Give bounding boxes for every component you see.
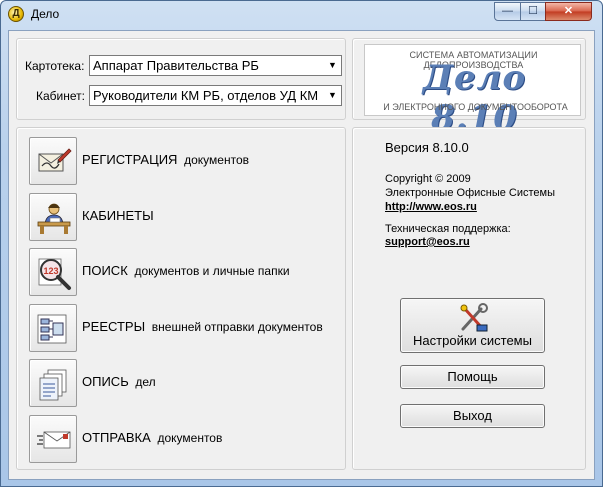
support-email-link[interactable]: support@eos.ru	[385, 236, 470, 248]
minimize-button[interactable]: —	[494, 2, 521, 21]
version-text: Версия 8.10.0	[385, 140, 469, 155]
registry-caps: РЕЕСТРЫ	[82, 319, 146, 334]
inventory-label: ОПИСЬ дел	[82, 374, 156, 389]
delo-app-icon[interactable]: Д	[8, 6, 24, 22]
info-panel: Версия 8.10.0 Copyright © 2009 Электронн…	[352, 127, 586, 470]
search-icon: 123	[38, 258, 71, 290]
dispatch-icon	[37, 431, 71, 449]
filter-panel: Картотека: Аппарат Правительства РБ ▼ Ка…	[16, 38, 346, 120]
command-registration[interactable]: РЕГИСТРАЦИЯ документов	[29, 137, 359, 185]
dispatch-label: ОТПРАВКА документов	[82, 430, 222, 445]
kartoteka-select[interactable]: Аппарат Правительства РБ ▼	[89, 55, 342, 76]
registration-caps: РЕГИСТРАЦИЯ	[82, 152, 178, 167]
command-dispatch[interactable]: ОТПРАВКА документов	[29, 415, 359, 463]
registration-button[interactable]	[29, 137, 77, 185]
inventory-icon	[39, 369, 67, 401]
inventory-button[interactable]	[29, 359, 77, 407]
dispatch-button[interactable]	[29, 415, 77, 463]
registration-icon	[38, 148, 72, 172]
kabinet-value: Руководители КМ РБ, отделов УД КМ	[93, 88, 319, 103]
logo-bottom-line: И ЭЛЕКТРОННОГО ДОКУМЕНТООБОРОТА	[383, 102, 568, 112]
svg-text:123: 123	[43, 266, 58, 276]
command-registry[interactable]: РЕЕСТРЫ внешней отправки документов	[29, 304, 359, 352]
search-rest: документов и личные папки	[134, 264, 290, 278]
command-search[interactable]: 123 ПОИСК документов и личные папки	[29, 248, 359, 296]
title-bar[interactable]: Д Дело — ☐ ✕	[1, 1, 602, 29]
registry-label: РЕЕСТРЫ внешней отправки документов	[82, 319, 323, 334]
commands-panel: РЕГИСТРАЦИЯ документов КАБИНЕТЫ 123 ПОИС…	[16, 127, 346, 470]
cabinets-label: КАБИНЕТЫ	[82, 208, 154, 223]
close-button[interactable]: ✕	[545, 2, 592, 21]
support-label: Техническая поддержка:	[385, 223, 511, 235]
maximize-button[interactable]: ☐	[520, 2, 546, 21]
client-area: Картотека: Аппарат Правительства РБ ▼ Ка…	[8, 30, 595, 480]
registry-icon	[37, 314, 67, 344]
cabinets-caps: КАБИНЕТЫ	[82, 208, 154, 223]
dispatch-caps: ОТПРАВКА	[82, 430, 151, 445]
delo-logo: СИСТЕМА АВТОМАТИЗАЦИИ ДЕЛОПРОИЗВОДСТВА Д…	[364, 44, 581, 138]
dispatch-rest: документов	[157, 431, 223, 445]
window-title: Дело	[31, 7, 60, 21]
kabinet-label: Кабинет:	[36, 89, 85, 103]
company-text: Электронные Офисные Системы	[385, 187, 556, 199]
chevron-down-icon[interactable]: ▼	[324, 86, 341, 105]
settings-tools-icon	[460, 303, 488, 332]
inventory-caps: ОПИСЬ	[82, 374, 129, 389]
copyright-text: Copyright © 2009	[385, 173, 471, 185]
kabinet-select[interactable]: Руководители КМ РБ, отделов УД КМ ▼	[89, 85, 342, 106]
search-button[interactable]: 123	[29, 248, 77, 296]
cabinets-button[interactable]	[29, 193, 77, 241]
search-caps: ПОИСК	[82, 263, 128, 278]
command-inventory[interactable]: ОПИСЬ дел	[29, 359, 359, 407]
inventory-rest: дел	[135, 375, 156, 389]
registration-rest: документов	[184, 153, 250, 167]
main-window: Д Дело — ☐ ✕ Картотека: Аппарат Правител…	[0, 0, 603, 487]
help-button[interactable]: Помощь	[400, 365, 545, 389]
logo-main-text: Дело 8.10	[422, 58, 527, 138]
registry-button[interactable]	[29, 304, 77, 352]
website-link[interactable]: http://www.eos.ru	[385, 201, 477, 213]
registry-rest: внешней отправки документов	[151, 320, 323, 334]
search-label: ПОИСК документов и личные папки	[82, 263, 290, 278]
cabinet-icon	[37, 203, 71, 234]
registration-label: РЕГИСТРАЦИЯ документов	[82, 152, 249, 167]
settings-label: Настройки системы	[413, 333, 532, 348]
command-cabinets[interactable]: КАБИНЕТЫ	[29, 193, 359, 241]
chevron-down-icon[interactable]: ▼	[324, 56, 341, 75]
exit-button[interactable]: Выход	[400, 404, 545, 428]
kartoteka-label: Картотека:	[25, 59, 85, 73]
kartoteka-value: Аппарат Правительства РБ	[93, 58, 259, 73]
settings-button[interactable]: Настройки системы	[400, 298, 545, 353]
